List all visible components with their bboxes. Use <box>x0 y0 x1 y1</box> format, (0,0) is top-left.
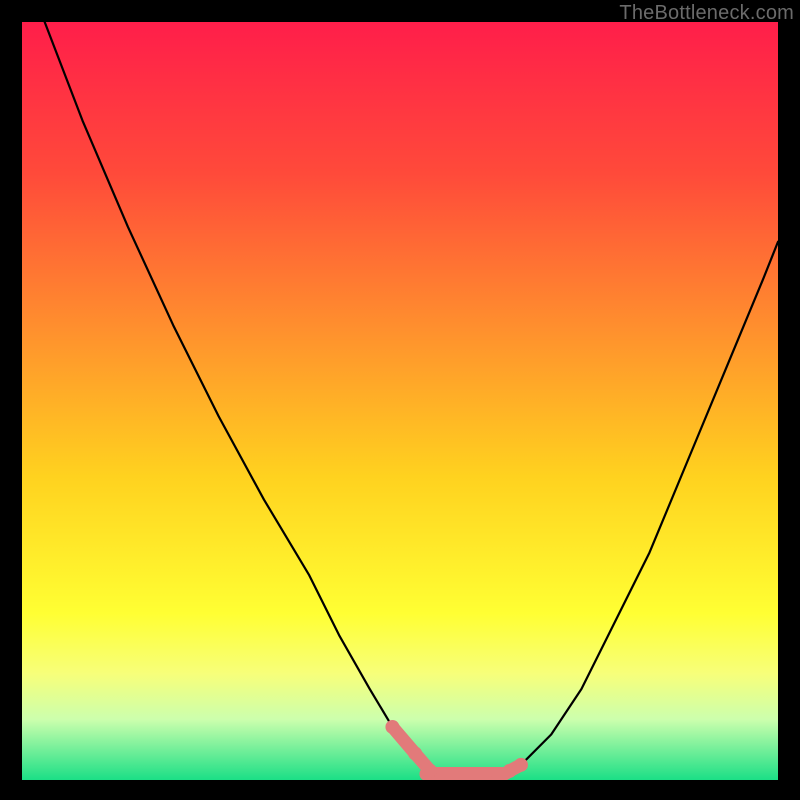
watermark-text: TheBottleneck.com <box>619 2 794 25</box>
gradient-background <box>22 22 778 780</box>
bottleneck-chart <box>22 22 778 780</box>
chart-frame <box>22 22 778 780</box>
